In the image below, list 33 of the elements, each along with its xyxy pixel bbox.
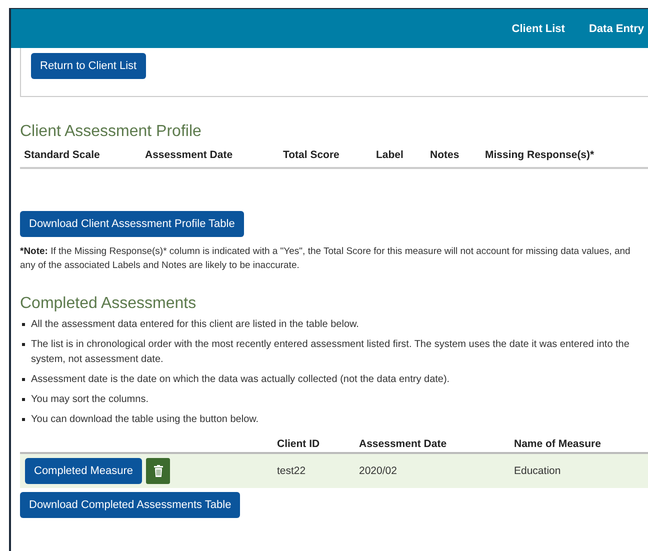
bullet-icon <box>22 378 25 381</box>
nav-link[interactable]: Data Entry <box>588 22 644 34</box>
bullet-text: All the assessment data entered for this client are listed in the table below. <box>31 318 359 332</box>
section-heading: Completed Assessments <box>20 295 198 313</box>
delete-button[interactable] <box>146 458 170 484</box>
bullet-icon <box>22 398 25 401</box>
bullet-text: The list is in chronological order with the most recently entered assessment listed first. The system uses the date it was entered into the system, not assessment date. <box>31 338 630 367</box>
column-header[interactable]: Assessment Date <box>145 149 283 161</box>
bullet-text: You can download the table using the button below. <box>31 413 259 427</box>
column-header[interactable]: Name of Measure <box>514 438 648 450</box>
note-text: *Note: If the Missing Response(s)* column is indicated with a "Yes", the Total Score for this measure will not account for missing data values, and any of the associated Labels and Notes are likely to be inaccurate. <box>20 245 632 273</box>
section-heading: Client Assessment Profile <box>20 123 202 141</box>
column-header[interactable]: Client ID <box>277 438 359 450</box>
bullet-icon <box>22 343 25 346</box>
table-cell-text: test22 <box>277 465 307 477</box>
completed-measure-button[interactable]: Completed Measure <box>25 458 142 484</box>
download-profile-button[interactable]: Download Client Assessment Profile Table <box>20 211 244 237</box>
trash-icon <box>154 465 163 477</box>
bullet-icon <box>22 418 25 421</box>
bullet-text: You may sort the columns. <box>31 393 148 407</box>
bullet-text: Assessment date is the date on which the data was actually collected (not the data entry date). <box>31 373 450 387</box>
table-cell-text: 2020/02 <box>359 465 398 477</box>
download-completed-button[interactable]: Download Completed Assessments Table <box>20 492 240 518</box>
column-header[interactable]: Label <box>376 149 430 161</box>
column-header[interactable]: Total Score <box>283 149 376 161</box>
column-header[interactable]: Notes <box>430 149 485 161</box>
column-header[interactable]: Standard Scale <box>24 149 145 161</box>
column-header[interactable]: Assessment Date <box>359 438 514 450</box>
column-header[interactable]: Missing Response(s)* <box>485 149 648 161</box>
nav-link[interactable]: Client List <box>512 22 565 34</box>
bullet-icon <box>22 323 25 326</box>
table-cell-text: Education <box>514 465 562 477</box>
return-button[interactable]: Return to Client List <box>31 53 146 79</box>
